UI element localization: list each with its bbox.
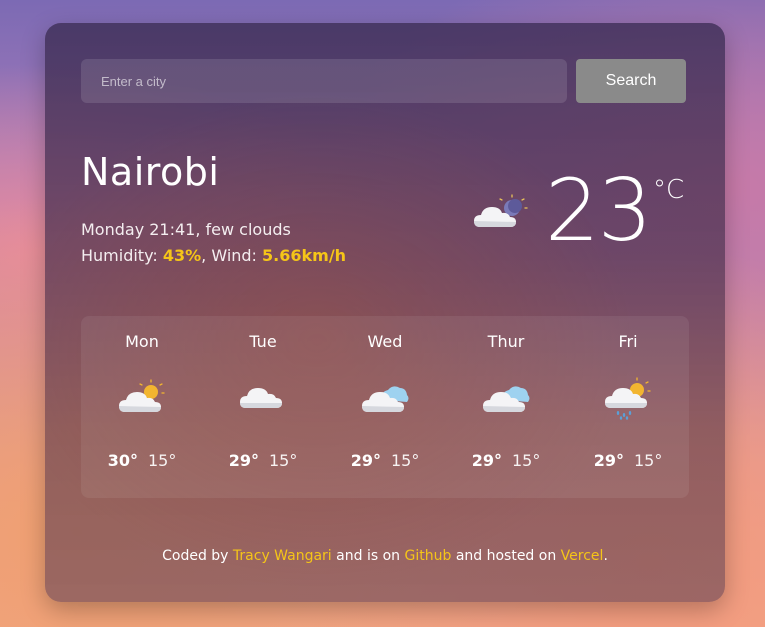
- weather-card: Search Nairobi Monday 21:41, few clouds …: [45, 23, 725, 602]
- forecast-max: 29°: [471, 451, 502, 470]
- forecast-temps: 30° 15°: [81, 451, 203, 470]
- search-form: Search: [81, 59, 686, 103]
- forecast-temps: 29° 15°: [324, 451, 446, 470]
- clouds-icon: [483, 386, 530, 412]
- github-link[interactable]: Github: [404, 548, 451, 564]
- current-temperature: 23: [545, 161, 652, 261]
- clouds-icon: [362, 386, 409, 412]
- forecast-day: Wed 29° 15°: [324, 316, 446, 498]
- temperature-unit[interactable]: °C: [653, 175, 684, 205]
- city-name: Nairobi: [81, 150, 220, 194]
- forecast-day: Thur 29° 15°: [445, 316, 567, 498]
- datetime-description-line: Monday 21:41, few clouds: [81, 220, 291, 239]
- forecast-day-name: Mon: [125, 332, 159, 351]
- forecast-temps: 29° 15°: [567, 451, 689, 470]
- search-button[interactable]: Search: [576, 59, 686, 103]
- sun-rain-cloud-icon: [605, 377, 651, 420]
- wind-value: 5.66km/h: [262, 246, 347, 265]
- forecast-min: 15°: [511, 451, 541, 470]
- moon-cloud-icon: [474, 194, 528, 227]
- forecast-max: 29°: [350, 451, 381, 470]
- forecast-day-name: Fri: [618, 332, 638, 351]
- humidity-wind-line: Humidity: 43%, Wind: 5.66km/h: [81, 246, 347, 265]
- forecast-day: Mon 30° 15°: [81, 316, 203, 498]
- sun-cloud-icon: [119, 379, 165, 412]
- forecast-max: 29°: [228, 451, 259, 470]
- footer-prefix: Coded by: [162, 548, 229, 564]
- author-link[interactable]: Tracy Wangari: [233, 548, 332, 564]
- footer: Coded by Tracy Wangari and is on Github …: [45, 548, 725, 564]
- forecast-temps: 29° 15°: [202, 451, 324, 470]
- forecast-max: 30°: [107, 451, 138, 470]
- weather-description: few clouds: [205, 220, 291, 239]
- forecast-day-name: Wed: [367, 332, 403, 351]
- humidity-value: 43%: [162, 246, 202, 265]
- footer-middle-2: and hosted on: [455, 548, 557, 564]
- forecast-day: Tue 29° 15°: [202, 316, 324, 498]
- forecast-min: 15°: [633, 451, 663, 470]
- city-search-input[interactable]: [81, 59, 567, 103]
- humidity-label: Humidity:: [81, 246, 158, 265]
- forecast-day: Fri 29° 15°: [567, 316, 689, 498]
- forecast-day-name: Thur: [487, 332, 525, 351]
- forecast-min: 15°: [268, 451, 298, 470]
- forecast-day-name: Tue: [249, 332, 277, 351]
- forecast-panel: Mon 30° 15° Tue 29° 15° Wed 29° 15° Thur…: [81, 316, 689, 498]
- current-datetime: Monday 21:41: [81, 220, 196, 239]
- forecast-max: 29°: [593, 451, 624, 470]
- forecast-min: 15°: [147, 451, 177, 470]
- vercel-link[interactable]: Vercel: [561, 548, 604, 564]
- forecast-temps: 29° 15°: [445, 451, 567, 470]
- wind-label: Wind:: [211, 246, 257, 265]
- forecast-min: 15°: [390, 451, 420, 470]
- footer-middle-1: and is on: [336, 548, 401, 564]
- cloud-icon: [240, 388, 282, 408]
- footer-suffix: .: [603, 548, 608, 564]
- current-details: Monday 21:41, few clouds Humidity: 43%, …: [81, 217, 346, 269]
